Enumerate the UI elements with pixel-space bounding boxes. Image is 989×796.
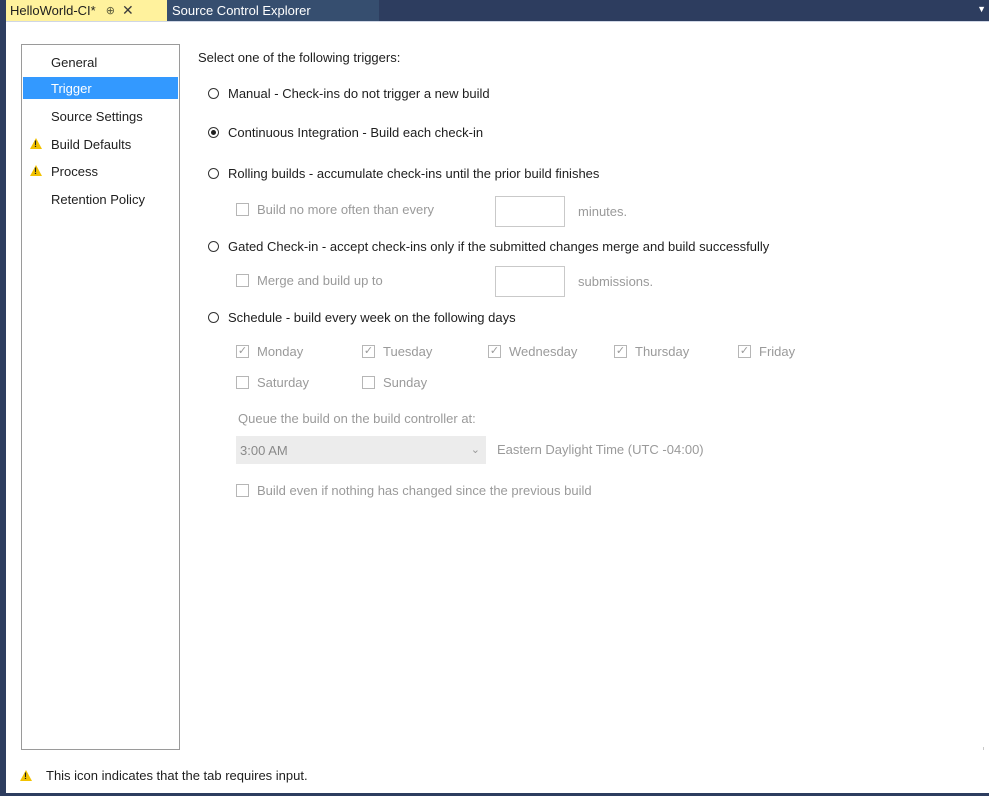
radio-continuous-integration[interactable] — [208, 127, 219, 138]
sidebar-item-label: Process — [51, 163, 98, 179]
sidebar-item-label: Build Defaults — [51, 136, 132, 152]
gated-merge-checkbox[interactable] — [236, 274, 249, 287]
sidebar-item-source-settings[interactable]: Source Settings — [23, 105, 178, 127]
radio-schedule[interactable] — [208, 312, 219, 323]
queue-time-label: Queue the build on the build controller … — [238, 411, 476, 426]
trigger-heading: Select one of the following triggers: — [198, 50, 401, 65]
tab-helloworld-ci[interactable]: HelloWorld-CI* ⊕ ✕ — [6, 0, 167, 21]
day-thursday[interactable]: ✓ Thursday — [614, 344, 689, 359]
tab-helloworld-ci-label: HelloWorld-CI* — [10, 3, 96, 18]
rolling-minutes-unit: minutes. — [578, 204, 628, 219]
required-input-legend: This icon indicates that the tab require… — [20, 768, 308, 783]
day-sunday-checkbox[interactable] — [362, 376, 375, 389]
pin-icon[interactable]: ⊕ — [106, 4, 115, 17]
force-build-checkbox[interactable] — [236, 484, 249, 497]
queue-time-select[interactable]: 3:00 AM ⌄ — [236, 436, 486, 464]
trigger-option-label: Continuous Integration - Build each chec… — [228, 125, 484, 140]
day-label: Thursday — [635, 344, 690, 359]
day-saturday-checkbox[interactable] — [236, 376, 249, 389]
document-tab-strip: HelloWorld-CI* ⊕ ✕ Source Control Explor… — [0, 0, 989, 21]
queue-time-value: 3:00 AM — [240, 442, 288, 458]
day-monday[interactable]: ✓ Monday — [236, 344, 303, 359]
legend-text: This icon indicates that the tab require… — [46, 768, 308, 783]
trigger-option-label: Schedule - build every week on the follo… — [228, 310, 516, 325]
timezone-label: Eastern Daylight Time (UTC -04:00) — [497, 442, 704, 457]
sidebar-item-trigger[interactable]: Trigger — [23, 77, 178, 99]
warning-icon — [30, 165, 42, 176]
rolling-throttle-checkbox[interactable] — [236, 203, 249, 216]
sidebar-item-label: Source Settings — [51, 108, 143, 124]
day-label: Friday — [759, 344, 796, 359]
day-label: Sunday — [383, 375, 428, 390]
day-sunday[interactable]: Sunday — [362, 375, 427, 390]
day-friday-checkbox[interactable]: ✓ — [738, 345, 751, 358]
radio-manual[interactable] — [208, 88, 219, 99]
rolling-throttle-label: Build no more often than every — [257, 202, 435, 217]
tab-overflow-icon[interactable]: ▼ — [977, 4, 986, 14]
gated-submissions-unit: submissions. — [578, 274, 654, 289]
settings-navigation: General Trigger Source Settings Build De… — [21, 44, 180, 750]
day-label: Monday — [257, 344, 304, 359]
tab-source-control-explorer-label: Source Control Explorer — [172, 3, 311, 18]
gated-merge-row: Merge and build up to — [236, 273, 383, 288]
close-icon[interactable]: ✕ — [122, 2, 134, 19]
day-wednesday[interactable]: ✓ Wednesday — [488, 344, 577, 359]
force-build-row[interactable]: Build even if nothing has changed since … — [236, 483, 592, 498]
trigger-option-label: Manual - Check-ins do not trigger a new … — [228, 86, 490, 101]
trigger-option-label: Gated Check-in - accept check-ins only i… — [228, 239, 770, 254]
trigger-option-continuous-integration[interactable]: Continuous Integration - Build each chec… — [208, 125, 483, 140]
trigger-option-label: Rolling builds - accumulate check-ins un… — [228, 166, 600, 181]
sidebar-item-label: Trigger — [51, 80, 92, 96]
trigger-option-schedule[interactable]: Schedule - build every week on the follo… — [208, 310, 516, 325]
rolling-throttle-row: Build no more often than every — [236, 202, 434, 217]
force-build-label: Build even if nothing has changed since … — [257, 483, 592, 498]
chevron-down-icon[interactable]: ⌄ — [471, 443, 480, 456]
tab-source-control-explorer[interactable]: Source Control Explorer — [167, 0, 379, 21]
radio-gated-check-in[interactable] — [208, 241, 219, 252]
gated-merge-label: Merge and build up to — [257, 273, 383, 288]
trigger-option-gated-check-in[interactable]: Gated Check-in - accept check-ins only i… — [208, 239, 769, 254]
day-saturday[interactable]: Saturday — [236, 375, 309, 390]
day-label: Tuesday — [383, 344, 433, 359]
day-label: Saturday — [257, 375, 310, 390]
day-wednesday-checkbox[interactable]: ✓ — [488, 345, 501, 358]
warning-icon — [30, 138, 42, 149]
trigger-option-rolling-builds[interactable]: Rolling builds - accumulate check-ins un… — [208, 166, 599, 181]
day-tuesday[interactable]: ✓ Tuesday — [362, 344, 432, 359]
day-tuesday-checkbox[interactable]: ✓ — [362, 345, 375, 358]
day-label: Wednesday — [509, 344, 578, 359]
day-thursday-checkbox[interactable]: ✓ — [614, 345, 627, 358]
warning-icon — [20, 770, 32, 781]
sidebar-item-label: Retention Policy — [51, 191, 145, 207]
gated-submissions-input[interactable] — [495, 266, 565, 297]
trigger-option-manual[interactable]: Manual - Check-ins do not trigger a new … — [208, 86, 490, 101]
day-friday[interactable]: ✓ Friday — [738, 344, 795, 359]
rolling-minutes-input[interactable] — [495, 196, 565, 227]
sidebar-item-general[interactable]: General — [23, 51, 178, 73]
day-monday-checkbox[interactable]: ✓ — [236, 345, 249, 358]
sidebar-item-build-defaults[interactable]: Build Defaults — [23, 133, 178, 155]
sidebar-item-retention-policy[interactable]: Retention Policy — [23, 188, 178, 210]
sidebar-item-process[interactable]: Process — [23, 160, 178, 182]
sidebar-item-label: General — [51, 54, 98, 70]
radio-rolling-builds[interactable] — [208, 168, 219, 179]
panel-edge-mark — [983, 747, 984, 750]
